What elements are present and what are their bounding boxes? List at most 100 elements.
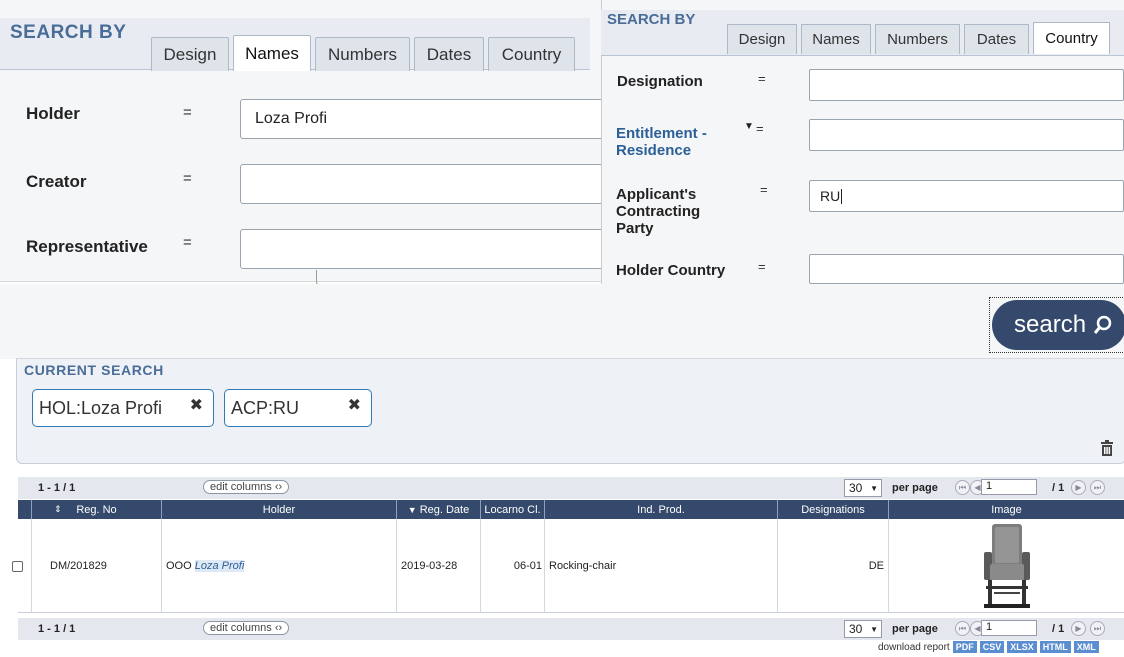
entitlement-residence-label[interactable]: Entitlement - Residence xyxy=(616,125,741,159)
download-xml-button[interactable]: XML xyxy=(1073,641,1099,653)
column-header-reg-date[interactable]: ▼ Reg. Date xyxy=(397,500,481,519)
sort-desc-icon: ▼ xyxy=(407,504,417,515)
holder-cell: OOO Loza Profi xyxy=(162,519,397,613)
tab-country-active[interactable]: Country xyxy=(1033,22,1110,54)
last-page-icon[interactable]: ⏭ xyxy=(1090,480,1105,495)
tab-design-country[interactable]: Design xyxy=(727,24,797,54)
chevrons-icon: ‹› xyxy=(274,622,283,634)
trash-icon[interactable] xyxy=(1100,440,1114,461)
designation-operator: = xyxy=(758,71,766,86)
reg-no-cell[interactable]: DM/201829 xyxy=(32,519,162,613)
locarno-cell: 06-01 xyxy=(481,519,545,613)
row-checkbox-cell xyxy=(12,519,32,613)
column-header-locarno[interactable]: Locarno Cl. xyxy=(481,500,545,519)
holder-highlight: Loza Profi xyxy=(194,560,245,572)
creator-operator: = xyxy=(183,170,192,187)
edit-columns-button[interactable]: edit columns ‹› xyxy=(203,480,290,494)
table-row[interactable]: DM/201829 OOO Loza Profi 2019-03-28 06-0… xyxy=(12,519,1124,613)
result-count: 1 - 1 / 1 xyxy=(38,623,76,635)
tab-numbers[interactable]: Numbers xyxy=(315,37,410,71)
current-search-title: CURRENT SEARCH xyxy=(24,362,164,378)
column-header-designations[interactable]: Designations xyxy=(778,500,889,519)
search-chip-acp[interactable]: ACP:RU ✖ xyxy=(224,389,372,427)
caret-down-icon[interactable]: ▼ xyxy=(744,121,754,132)
chip-label: ACP:RU xyxy=(231,397,300,418)
download-report: download report PDF CSV XLSX HTML XML xyxy=(878,641,1099,653)
creator-label: Creator xyxy=(26,172,87,191)
close-icon[interactable]: ✖ xyxy=(348,395,361,415)
close-icon[interactable]: ✖ xyxy=(190,395,203,415)
column-header-reg-no[interactable]: ⇕ Reg. No xyxy=(32,500,162,519)
holder-input[interactable]: Loza Profi xyxy=(240,99,605,139)
tab-names-country[interactable]: Names xyxy=(801,24,871,54)
representative-input[interactable] xyxy=(240,229,605,269)
designation-input[interactable] xyxy=(809,69,1124,101)
page-input[interactable]: 1 xyxy=(981,620,1037,636)
search-by-title: SEARCH BY xyxy=(10,22,127,43)
search-icon xyxy=(1093,315,1112,334)
applicant-contracting-party-label: Applicant's Contracting Party xyxy=(616,186,701,237)
applicant-contracting-party-input[interactable]: RU xyxy=(809,180,1124,212)
pager-bottom: 1 - 1 / 1 edit columns ‹› 30 ▼ per page ⏮… xyxy=(18,618,1124,640)
representative-label: Representative xyxy=(26,237,148,256)
tab-names[interactable]: Names xyxy=(233,35,311,71)
per-page-select[interactable]: 30 ▼ xyxy=(844,620,882,638)
chevron-down-icon: ▼ xyxy=(870,624,878,634)
search-row xyxy=(0,284,1124,359)
page-input[interactable]: 1 xyxy=(981,479,1037,495)
chip-label: HOL:Loza Profi xyxy=(39,397,163,418)
download-pdf-button[interactable]: PDF xyxy=(952,641,977,653)
rocking-chair-image[interactable] xyxy=(978,522,1036,610)
holder-country-operator: = xyxy=(758,259,766,274)
results-table-header: ⇕ Reg. No Holder ▼ Reg. Date Locarno Cl. I… xyxy=(18,500,1124,519)
text-cursor xyxy=(841,188,843,204)
tab-country[interactable]: Country xyxy=(488,37,575,71)
tab-design[interactable]: Design xyxy=(151,37,229,71)
page-total: / 1 xyxy=(1052,623,1065,635)
tab-dates[interactable]: Dates xyxy=(414,37,484,71)
download-xlsx-button[interactable]: XLSX xyxy=(1007,641,1037,653)
last-page-icon[interactable]: ⏭ xyxy=(1090,621,1105,636)
entitlement-residence-input[interactable] xyxy=(809,119,1124,151)
search-button-label: search xyxy=(1014,311,1087,338)
search-button[interactable]: search xyxy=(989,297,1124,353)
search-chip-holder[interactable]: HOL:Loza Profi ✖ xyxy=(32,389,214,427)
search-by-title-country: SEARCH BY xyxy=(607,11,696,28)
per-page-label: per page xyxy=(892,623,938,635)
creator-input[interactable] xyxy=(240,164,605,204)
column-header-ind-prod[interactable]: Ind. Prod. xyxy=(545,500,778,519)
select-column-header xyxy=(18,500,32,519)
holder-label: Holder xyxy=(26,104,80,123)
download-html-button[interactable]: HTML xyxy=(1039,641,1071,653)
pager-top: 1 - 1 / 1 edit columns ‹› 30 ▼ per page ⏮… xyxy=(18,477,1124,499)
holder-country-input[interactable] xyxy=(809,254,1124,284)
column-header-image: Image xyxy=(991,503,1022,516)
tab-numbers-country[interactable]: Numbers xyxy=(875,24,960,54)
representative-operator: = xyxy=(183,234,192,251)
result-count: 1 - 1 / 1 xyxy=(38,482,76,494)
column-header-holder[interactable]: Holder xyxy=(162,500,397,519)
edit-columns-button[interactable]: edit columns ‹› xyxy=(203,621,290,635)
holder-operator: = xyxy=(183,104,192,121)
designation-label: Designation xyxy=(617,73,703,90)
per-page-select[interactable]: 30 ▼ xyxy=(844,479,882,497)
page-total: / 1 xyxy=(1052,482,1065,494)
download-report-label: download report xyxy=(878,641,950,653)
download-csv-button[interactable]: CSV xyxy=(979,641,1005,653)
row-checkbox[interactable] xyxy=(12,560,23,572)
chevron-down-icon: ▼ xyxy=(870,483,878,493)
designations-cell: DE xyxy=(778,519,889,613)
next-page-icon[interactable]: ▶ xyxy=(1071,621,1086,636)
first-page-icon[interactable]: ⏮ xyxy=(955,621,970,636)
chevrons-icon: ‹› xyxy=(274,481,283,493)
ind-prod-cell: Rocking-chair xyxy=(545,519,778,613)
tab-dates-country[interactable]: Dates xyxy=(964,24,1029,54)
next-page-icon[interactable]: ▶ xyxy=(1071,480,1086,495)
image-cell[interactable] xyxy=(889,519,1124,613)
entitlement-operator: = xyxy=(756,121,764,136)
per-page-label: per page xyxy=(892,482,938,494)
sort-icon: ⇕ xyxy=(54,504,62,514)
first-page-icon[interactable]: ⏮ xyxy=(955,480,970,495)
reg-date-cell: 2019-03-28 xyxy=(397,519,481,613)
applicant-operator: = xyxy=(760,182,768,197)
